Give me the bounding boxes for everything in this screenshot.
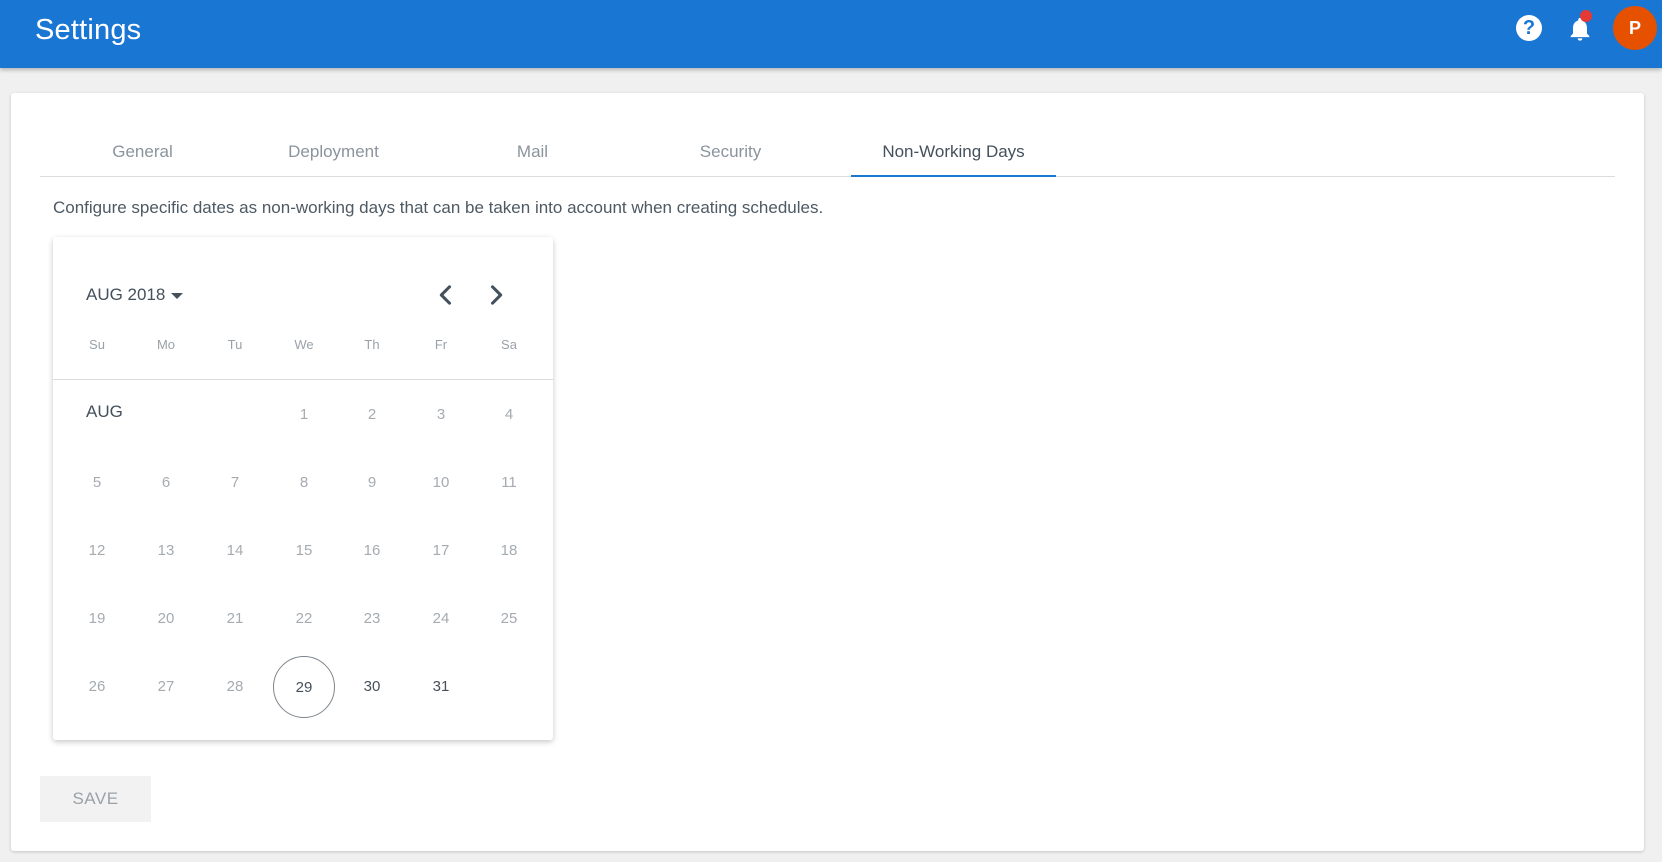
month-year-label: AUG 2018: [86, 285, 166, 304]
caret-down-icon: [171, 292, 184, 299]
day-cell[interactable]: 25: [478, 588, 540, 650]
day-cell[interactable]: 4: [478, 384, 540, 446]
calendar-month-label: AUG: [86, 402, 123, 421]
day-cell[interactable]: 12: [66, 520, 128, 582]
day-cell-today[interactable]: 29: [273, 656, 335, 718]
day-cell[interactable]: 13: [135, 520, 197, 582]
day-cell[interactable]: 16: [341, 520, 403, 582]
day-cell[interactable]: 10: [410, 452, 472, 514]
day-cell[interactable]: 1: [273, 384, 335, 446]
tab-deployment[interactable]: Deployment: [231, 125, 436, 176]
tab-security[interactable]: Security: [628, 125, 833, 176]
section-description: Configure specific dates as non-working …: [53, 198, 824, 217]
notification-badge: [1580, 10, 1592, 22]
weekday-label: Su: [89, 337, 105, 352]
weekday-label: Th: [364, 337, 380, 352]
day-cell[interactable]: 2: [341, 384, 403, 446]
day-cell[interactable]: 3: [410, 384, 472, 446]
settings-tabs: General Deployment Mail Security Non-Wor…: [40, 125, 1615, 177]
day-cell[interactable]: 7: [204, 452, 266, 514]
day-cell[interactable]: 22: [273, 588, 335, 650]
day-cell[interactable]: 19: [66, 588, 128, 650]
month-year-dropdown[interactable]: AUG 2018: [86, 285, 184, 305]
avatar[interactable]: P: [1613, 6, 1657, 50]
tab-mail[interactable]: Mail: [430, 125, 635, 176]
day-cell[interactable]: 30: [341, 656, 403, 718]
weekday-label: Fr: [434, 337, 448, 352]
day-cell[interactable]: 11: [478, 452, 540, 514]
day-cell[interactable]: 24: [410, 588, 472, 650]
day-cell[interactable]: 26: [66, 656, 128, 718]
day-cell[interactable]: 31: [410, 656, 472, 718]
chevron-right-icon[interactable]: [482, 281, 510, 309]
tab-general[interactable]: General: [40, 125, 245, 176]
day-cell[interactable]: 15: [273, 520, 335, 582]
weekday-label: Sa: [501, 337, 517, 352]
chevron-left-icon[interactable]: [432, 281, 460, 309]
day-cell[interactable]: 20: [135, 588, 197, 650]
settings-card: General Deployment Mail Security Non-Wor…: [11, 93, 1644, 851]
day-cell[interactable]: 18: [478, 520, 540, 582]
calendar: AUG 2018 Su Mo Tu We Th Fr Sa AUG 123456…: [53, 237, 553, 740]
question-circle-icon[interactable]: ?: [1516, 15, 1542, 41]
day-cell[interactable]: 21: [204, 588, 266, 650]
weekday-label: Tu: [227, 337, 243, 352]
day-cell[interactable]: 8: [273, 452, 335, 514]
weekday-header: Su Mo Tu We Th Fr Sa: [53, 337, 553, 380]
day-cell[interactable]: 6: [135, 452, 197, 514]
day-cell[interactable]: 9: [341, 452, 403, 514]
day-cell[interactable]: 17: [410, 520, 472, 582]
tab-non-working-days[interactable]: Non-Working Days: [851, 125, 1056, 177]
day-cell[interactable]: 14: [204, 520, 266, 582]
top-app-bar: Settings ? P: [0, 0, 1662, 68]
day-cell[interactable]: 23: [341, 588, 403, 650]
weekday-label: Mo: [156, 337, 176, 352]
day-cell[interactable]: 27: [135, 656, 197, 718]
day-cell[interactable]: 28: [204, 656, 266, 718]
page-title: Settings: [35, 14, 142, 46]
weekday-label: We: [294, 337, 314, 352]
day-cell[interactable]: 5: [66, 452, 128, 514]
save-button[interactable]: SAVE: [40, 776, 151, 822]
